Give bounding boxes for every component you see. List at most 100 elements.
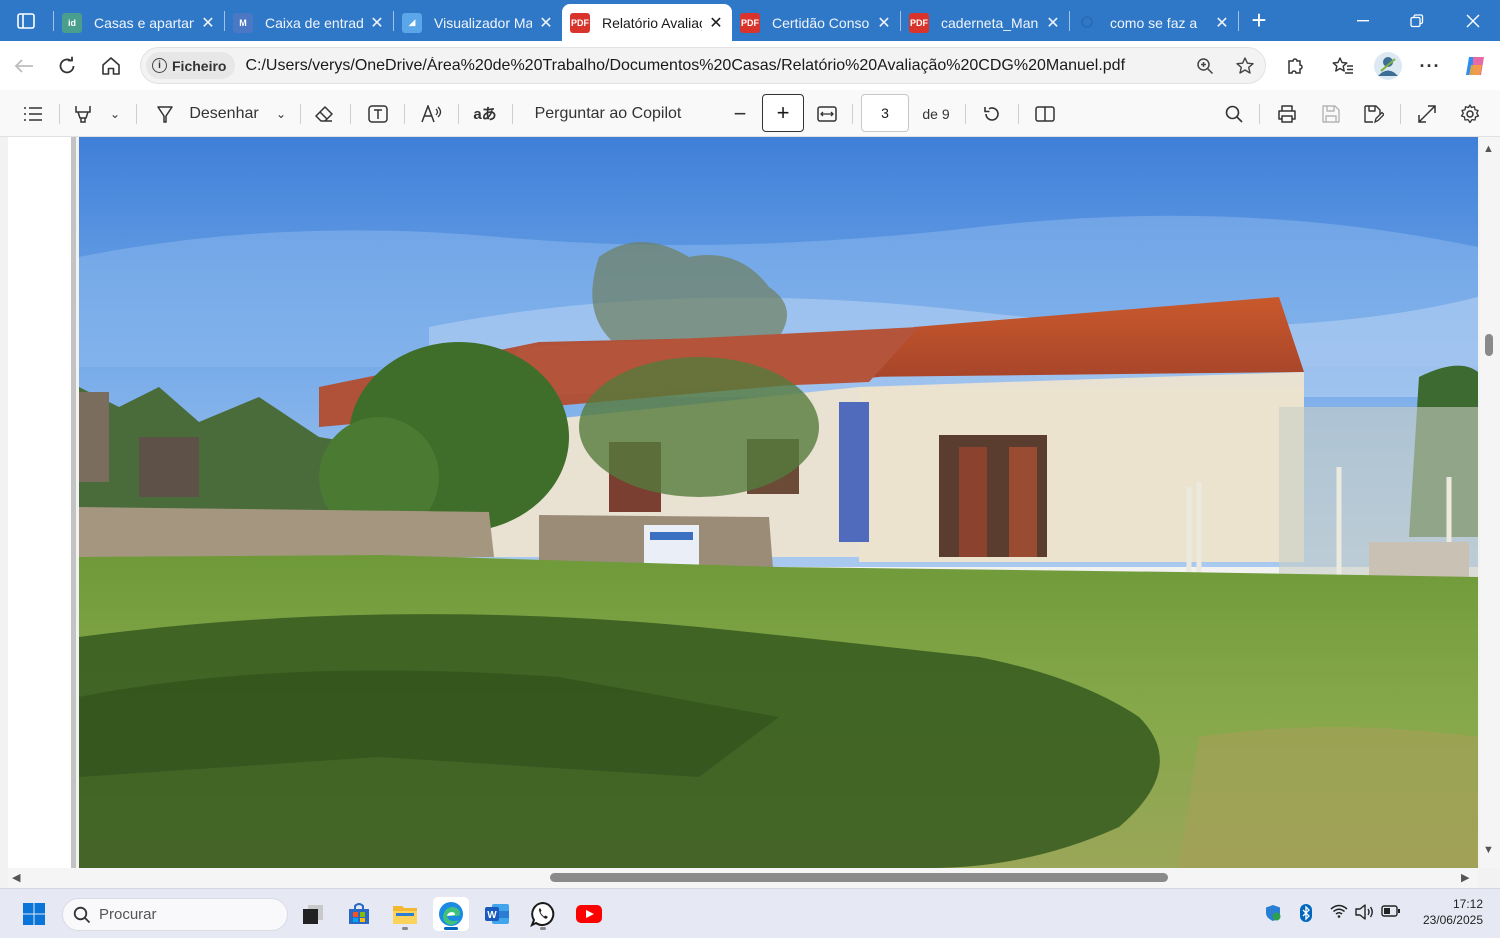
close-tab-icon[interactable]: ✕ [876, 13, 892, 33]
tab-certidao[interactable]: PDF Certidão Consolidada ✕ [732, 4, 900, 41]
find-button[interactable] [1220, 98, 1248, 129]
horizontal-scroll-thumb[interactable] [550, 873, 1168, 882]
whatsapp-icon [530, 901, 555, 927]
pdf-settings-button[interactable] [1456, 98, 1484, 129]
tab-title: Visualizador Mapas [434, 14, 532, 31]
draw-button[interactable]: Desenhar [186, 98, 262, 129]
task-view-button[interactable] [295, 897, 331, 931]
taskbar-search-box[interactable]: Procurar [62, 898, 288, 931]
tab-relatorio[interactable]: PDF Relatório Avaliação ✕ [562, 4, 732, 41]
pdf-icon: PDF [570, 12, 590, 33]
close-icon [1466, 14, 1480, 27]
scroll-up-icon[interactable]: ▲ [1483, 143, 1494, 155]
edge-app[interactable] [433, 897, 469, 931]
settings-more-button[interactable]: ··· [1415, 51, 1445, 81]
minimize-button[interactable] [1336, 0, 1390, 41]
scroll-right-icon[interactable]: ▶ [1461, 871, 1469, 884]
highlight-button[interactable] [70, 98, 96, 129]
restore-button[interactable] [1390, 0, 1444, 41]
draw-pen-icon[interactable] [150, 98, 180, 129]
contents-button[interactable] [18, 98, 48, 129]
store-app[interactable] [341, 897, 377, 931]
scroll-left-icon[interactable]: ◀ [12, 871, 20, 884]
tab-visualizador[interactable]: ◢ Visualizador Mapas ✕ [394, 4, 562, 41]
copilot-icon [1466, 57, 1484, 75]
draw-dropdown[interactable]: ⌄ [270, 98, 292, 129]
page-view-button[interactable] [1030, 98, 1060, 129]
pdf-viewer[interactable]: ▲ ▼ ◀ ▶ [0, 137, 1500, 888]
zoom-icon[interactable] [1185, 57, 1225, 75]
site-info-chip[interactable]: i Ficheiro [146, 52, 236, 79]
fullscreen-button[interactable] [1413, 98, 1441, 129]
close-tab-icon[interactable]: ✕ [708, 13, 724, 33]
close-tab-icon[interactable]: ✕ [369, 13, 385, 33]
page-number-input[interactable]: 3 [861, 94, 909, 132]
security-shield-icon[interactable] [1264, 904, 1282, 925]
whatsapp-app[interactable] [525, 897, 561, 931]
clock[interactable]: 17:12 23/06/2025 [1405, 896, 1483, 928]
url-text[interactable]: C:/Users/verys/OneDrive/Área%20de%20Trab… [245, 57, 1185, 75]
vertical-scroll-thumb[interactable] [1485, 334, 1493, 356]
read-aloud-icon [421, 104, 442, 122]
add-text-button[interactable] [364, 98, 392, 129]
back-arrow-icon [14, 59, 33, 73]
copilot-button[interactable] [1460, 51, 1490, 81]
erase-button[interactable] [310, 98, 338, 129]
print-button[interactable] [1273, 98, 1301, 129]
file-explorer-app[interactable] [387, 897, 423, 931]
tab-actions-button[interactable] [0, 0, 52, 41]
text-box-icon [368, 104, 388, 123]
horizontal-scrollbar[interactable]: ◀ ▶ [8, 868, 1478, 888]
save-as-button[interactable] [1360, 98, 1388, 129]
start-button[interactable] [16, 897, 52, 931]
plus-icon: + [776, 100, 790, 125]
toolbar-separator [965, 104, 966, 124]
scroll-down-icon[interactable]: ▼ [1483, 844, 1494, 856]
rotate-button[interactable] [978, 98, 1006, 129]
new-tab-button[interactable]: + [1232, 0, 1286, 41]
close-tab-icon[interactable]: ✕ [538, 13, 554, 33]
zoom-out-button[interactable]: − [726, 98, 754, 129]
back-button[interactable] [9, 51, 39, 81]
folder-icon [393, 906, 417, 924]
word-app[interactable]: W [479, 897, 515, 931]
word-icon: W [485, 904, 509, 924]
close-tab-icon[interactable]: ✕ [1045, 13, 1061, 33]
volume-icon[interactable] [1355, 904, 1375, 923]
close-window-button[interactable] [1446, 0, 1500, 41]
close-tab-icon[interactable]: ✕ [200, 13, 216, 33]
wifi-icon[interactable] [1330, 904, 1348, 921]
youtube-app[interactable] [571, 897, 607, 931]
translate-button[interactable]: aあ [470, 98, 500, 129]
profile-avatar[interactable] [1372, 50, 1404, 82]
extensions-button[interactable] [1280, 51, 1310, 81]
home-button[interactable] [96, 51, 126, 81]
save-icon [1322, 104, 1340, 123]
zoom-in-button[interactable]: + [762, 94, 804, 132]
highlight-dropdown[interactable]: ⌄ [104, 98, 126, 129]
tab-caderneta[interactable]: PDF caderneta_Manuel ✕ [901, 4, 1069, 41]
tab-caixa-entrada[interactable]: M Caixa de entrada ✕ [225, 4, 393, 41]
tab-title: caderneta_Manuel [941, 14, 1039, 31]
tab-casas[interactable]: id Casas e apartamentos ✕ [54, 4, 224, 41]
tab-como-se-faz[interactable]: como se faz a ✕ [1070, 4, 1238, 41]
toolbar-separator [136, 104, 137, 124]
taskbar: Procurar W 17:12 23/06/2025 [0, 888, 1500, 938]
favorites-button[interactable] [1328, 51, 1358, 81]
list-icon [24, 106, 42, 121]
fit-width-button[interactable] [812, 98, 842, 129]
favorite-star-icon[interactable] [1225, 56, 1265, 76]
navigation-bar: i Ficheiro C:/Users/verys/OneDrive/Área%… [0, 41, 1500, 90]
idealista-icon: id [62, 12, 82, 33]
save-button[interactable] [1317, 98, 1345, 129]
chip-label: Ficheiro [172, 57, 227, 74]
address-bar[interactable]: i Ficheiro C:/Users/verys/OneDrive/Área%… [140, 47, 1266, 84]
close-tab-icon[interactable]: ✕ [1214, 13, 1230, 33]
bluetooth-icon[interactable] [1298, 904, 1314, 925]
refresh-button[interactable] [52, 51, 82, 81]
vertical-scrollbar[interactable]: ▲ ▼ [1480, 137, 1500, 868]
read-aloud-button[interactable] [418, 98, 446, 129]
battery-icon[interactable] [1381, 904, 1401, 921]
ask-copilot-button[interactable]: Perguntar ao Copilot [528, 98, 688, 129]
tab-title: Relatório Avaliação [602, 14, 702, 31]
